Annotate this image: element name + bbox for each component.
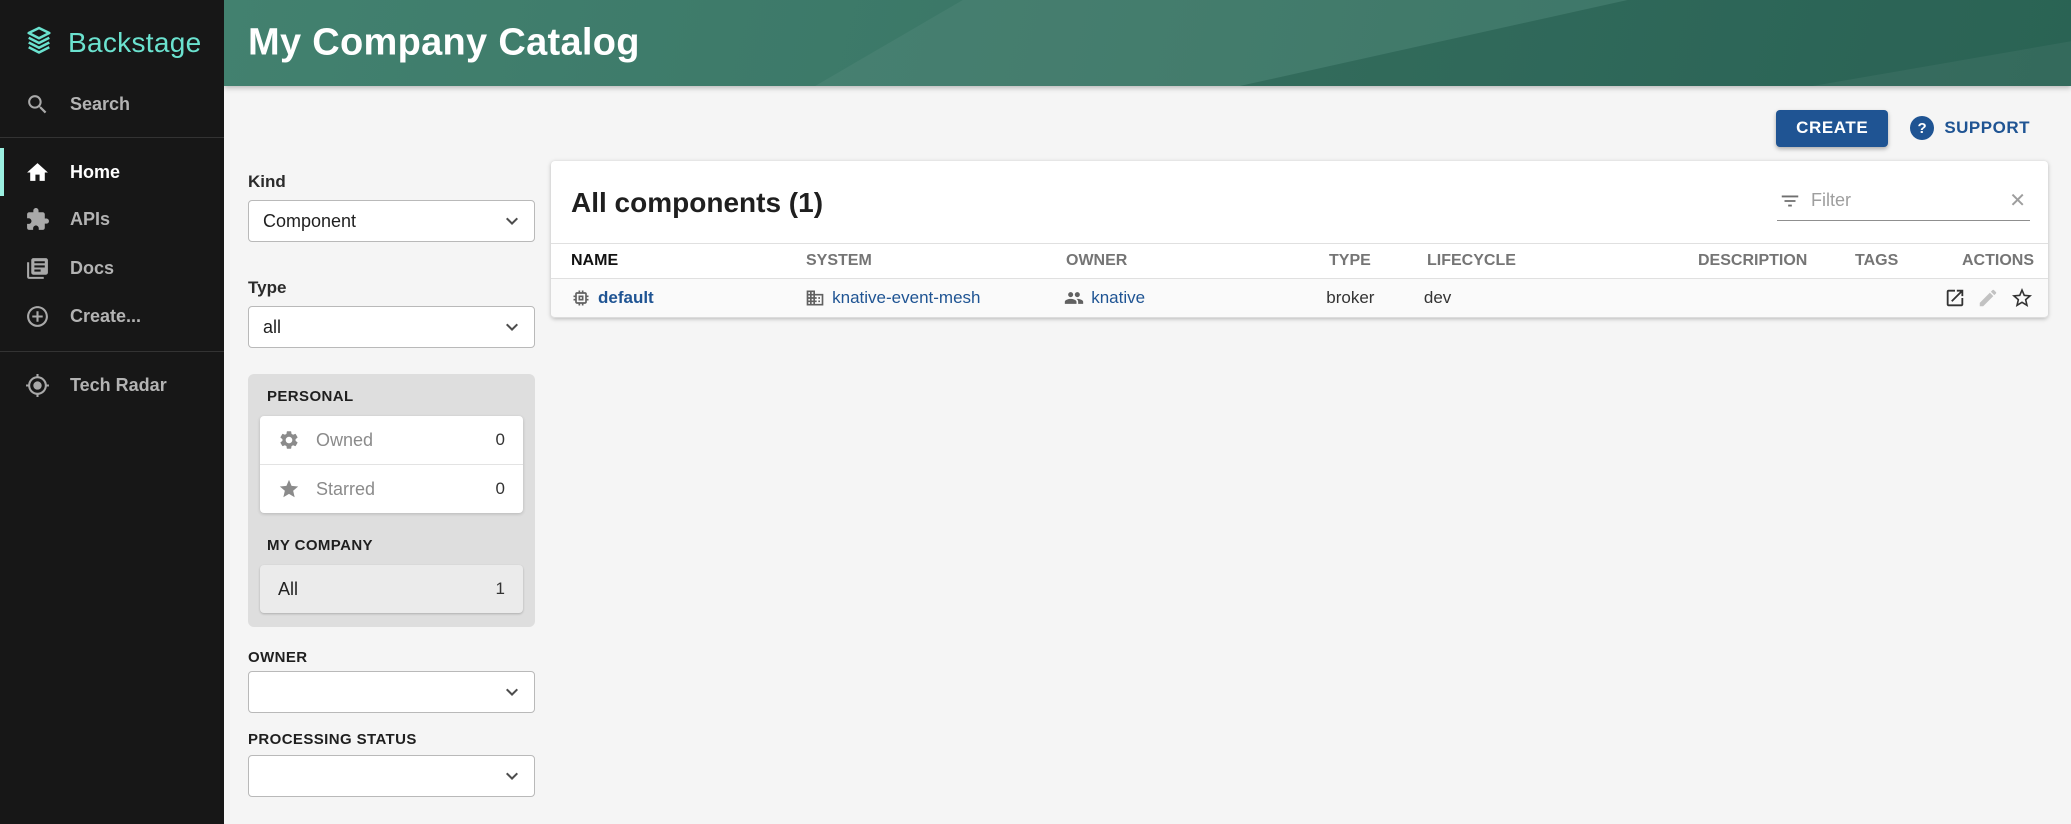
starred-count: 0 <box>496 479 505 499</box>
owner-label: OWNER <box>248 649 535 667</box>
sidebar-item-search[interactable]: Search <box>0 80 224 128</box>
processing-status-label: PROCESSING STATUS <box>248 731 535 749</box>
table-row: default knative-event-mesh knative broke… <box>551 279 2048 318</box>
processing-status-select[interactable] <box>248 755 535 797</box>
chevron-down-icon <box>500 764 524 788</box>
all-filter-item[interactable]: All 1 <box>260 565 523 613</box>
chevron-down-icon <box>500 680 524 704</box>
type-select[interactable]: all <box>248 306 535 348</box>
page-title: My Company Catalog <box>248 22 640 65</box>
personal-picker-card: Owned 0 Starred 0 <box>260 416 523 513</box>
table-header-area: All components (1) ✕ <box>551 161 2048 243</box>
sidebar-item-home[interactable]: Home <box>0 148 224 196</box>
search-icon <box>25 92 50 117</box>
all-label: All <box>278 579 496 600</box>
company-section-label: MY COMPANY <box>260 537 523 555</box>
backstage-logo-icon <box>20 24 58 62</box>
sidebar-item-label: Docs <box>70 258 114 279</box>
column-header-name[interactable]: NAME <box>551 252 806 270</box>
owned-filter-item[interactable]: Owned 0 <box>260 416 523 464</box>
edit-pencil-icon[interactable] <box>1977 287 1999 309</box>
chevron-down-icon <box>500 315 524 339</box>
system-icon <box>805 288 825 308</box>
type-select-value: all <box>263 317 281 338</box>
backstage-logo[interactable]: Backstage <box>20 24 201 62</box>
kind-label: Kind <box>248 172 535 192</box>
owned-label: Owned <box>316 430 480 451</box>
puzzle-icon <box>25 207 50 232</box>
entity-link-default[interactable]: default <box>598 288 654 308</box>
sidebar-item-label: Search <box>70 94 130 115</box>
support-button[interactable]: ? SUPPORT <box>1910 116 2030 140</box>
column-header-type[interactable]: TYPE <box>1329 252 1427 270</box>
create-button[interactable]: CREATE <box>1776 110 1888 147</box>
table-filter-input[interactable] <box>1811 190 1999 211</box>
table-title: All components (1) <box>571 187 823 219</box>
table-header-row: NAME SYSTEM OWNER TYPE LIFECYCLE DESCRIP… <box>551 243 2048 279</box>
gear-icon <box>278 429 300 451</box>
column-header-actions: ACTIONS <box>1949 252 2048 270</box>
sidebar-item-create[interactable]: Create... <box>0 292 224 340</box>
plus-circle-icon <box>25 304 50 329</box>
chevron-down-icon <box>500 209 524 233</box>
home-icon <box>25 160 50 185</box>
owner-link[interactable]: knative <box>1091 288 1145 308</box>
kind-select-value: Component <box>263 211 356 232</box>
sidebar: Backstage Search Home APIs Docs Create..… <box>0 0 224 824</box>
column-header-lifecycle[interactable]: LIFECYCLE <box>1427 252 1698 270</box>
column-header-description[interactable]: DESCRIPTION <box>1698 252 1855 270</box>
owned-count: 0 <box>496 430 505 450</box>
sidebar-divider <box>0 137 224 138</box>
radar-icon <box>25 373 50 398</box>
star-border-icon[interactable] <box>2010 286 2034 310</box>
filter-funnel-icon <box>1779 190 1801 212</box>
row-actions <box>1944 286 2034 310</box>
components-table-card: All components (1) ✕ NAME SYSTEM OWNER T… <box>551 161 2048 318</box>
sidebar-item-label: APIs <box>70 209 110 230</box>
cell-system: knative-event-mesh <box>805 288 1064 308</box>
group-icon <box>1064 288 1084 308</box>
all-count: 1 <box>496 579 505 599</box>
help-icon: ? <box>1910 116 1934 140</box>
sidebar-item-apis[interactable]: APIs <box>0 195 224 243</box>
cell-name: default <box>551 288 805 308</box>
starred-label: Starred <box>316 479 480 500</box>
type-label: Type <box>248 278 535 298</box>
page-header: My Company Catalog <box>224 0 2071 86</box>
clear-filter-icon[interactable]: ✕ <box>2009 191 2026 211</box>
starred-filter-item[interactable]: Starred 0 <box>260 465 523 513</box>
cell-owner: knative <box>1064 288 1326 308</box>
cell-type: broker <box>1326 288 1424 308</box>
kind-select[interactable]: Component <box>248 200 535 242</box>
filters-panel: Kind Component Type all PERSONAL Owned 0… <box>248 172 535 797</box>
sidebar-item-label: Home <box>70 162 120 183</box>
table-filter-box: ✕ <box>1777 183 2030 221</box>
catalog-toolbar: CREATE ? SUPPORT <box>1776 108 2030 148</box>
cell-actions <box>1944 286 2048 310</box>
column-header-system[interactable]: SYSTEM <box>806 252 1066 270</box>
component-chip-icon <box>571 288 591 308</box>
sidebar-item-label: Tech Radar <box>70 375 167 396</box>
column-header-owner[interactable]: OWNER <box>1066 252 1329 270</box>
entity-picker-panel: PERSONAL Owned 0 Starred 0 MY COMPANY Al… <box>248 374 535 627</box>
sidebar-item-docs[interactable]: Docs <box>0 244 224 292</box>
personal-section-label: PERSONAL <box>260 388 523 406</box>
sidebar-divider <box>0 351 224 352</box>
sidebar-item-tech-radar[interactable]: Tech Radar <box>0 361 224 409</box>
star-icon <box>278 478 300 500</box>
cell-lifecycle: dev <box>1424 288 1694 308</box>
support-label: SUPPORT <box>1944 118 2030 138</box>
open-in-new-icon[interactable] <box>1944 287 1966 309</box>
owner-select[interactable] <box>248 671 535 713</box>
docs-icon <box>25 256 50 281</box>
sidebar-item-label: Create... <box>70 306 141 327</box>
logo-text: Backstage <box>68 27 201 59</box>
column-header-tags[interactable]: TAGS <box>1855 252 1949 270</box>
system-link[interactable]: knative-event-mesh <box>832 288 980 308</box>
